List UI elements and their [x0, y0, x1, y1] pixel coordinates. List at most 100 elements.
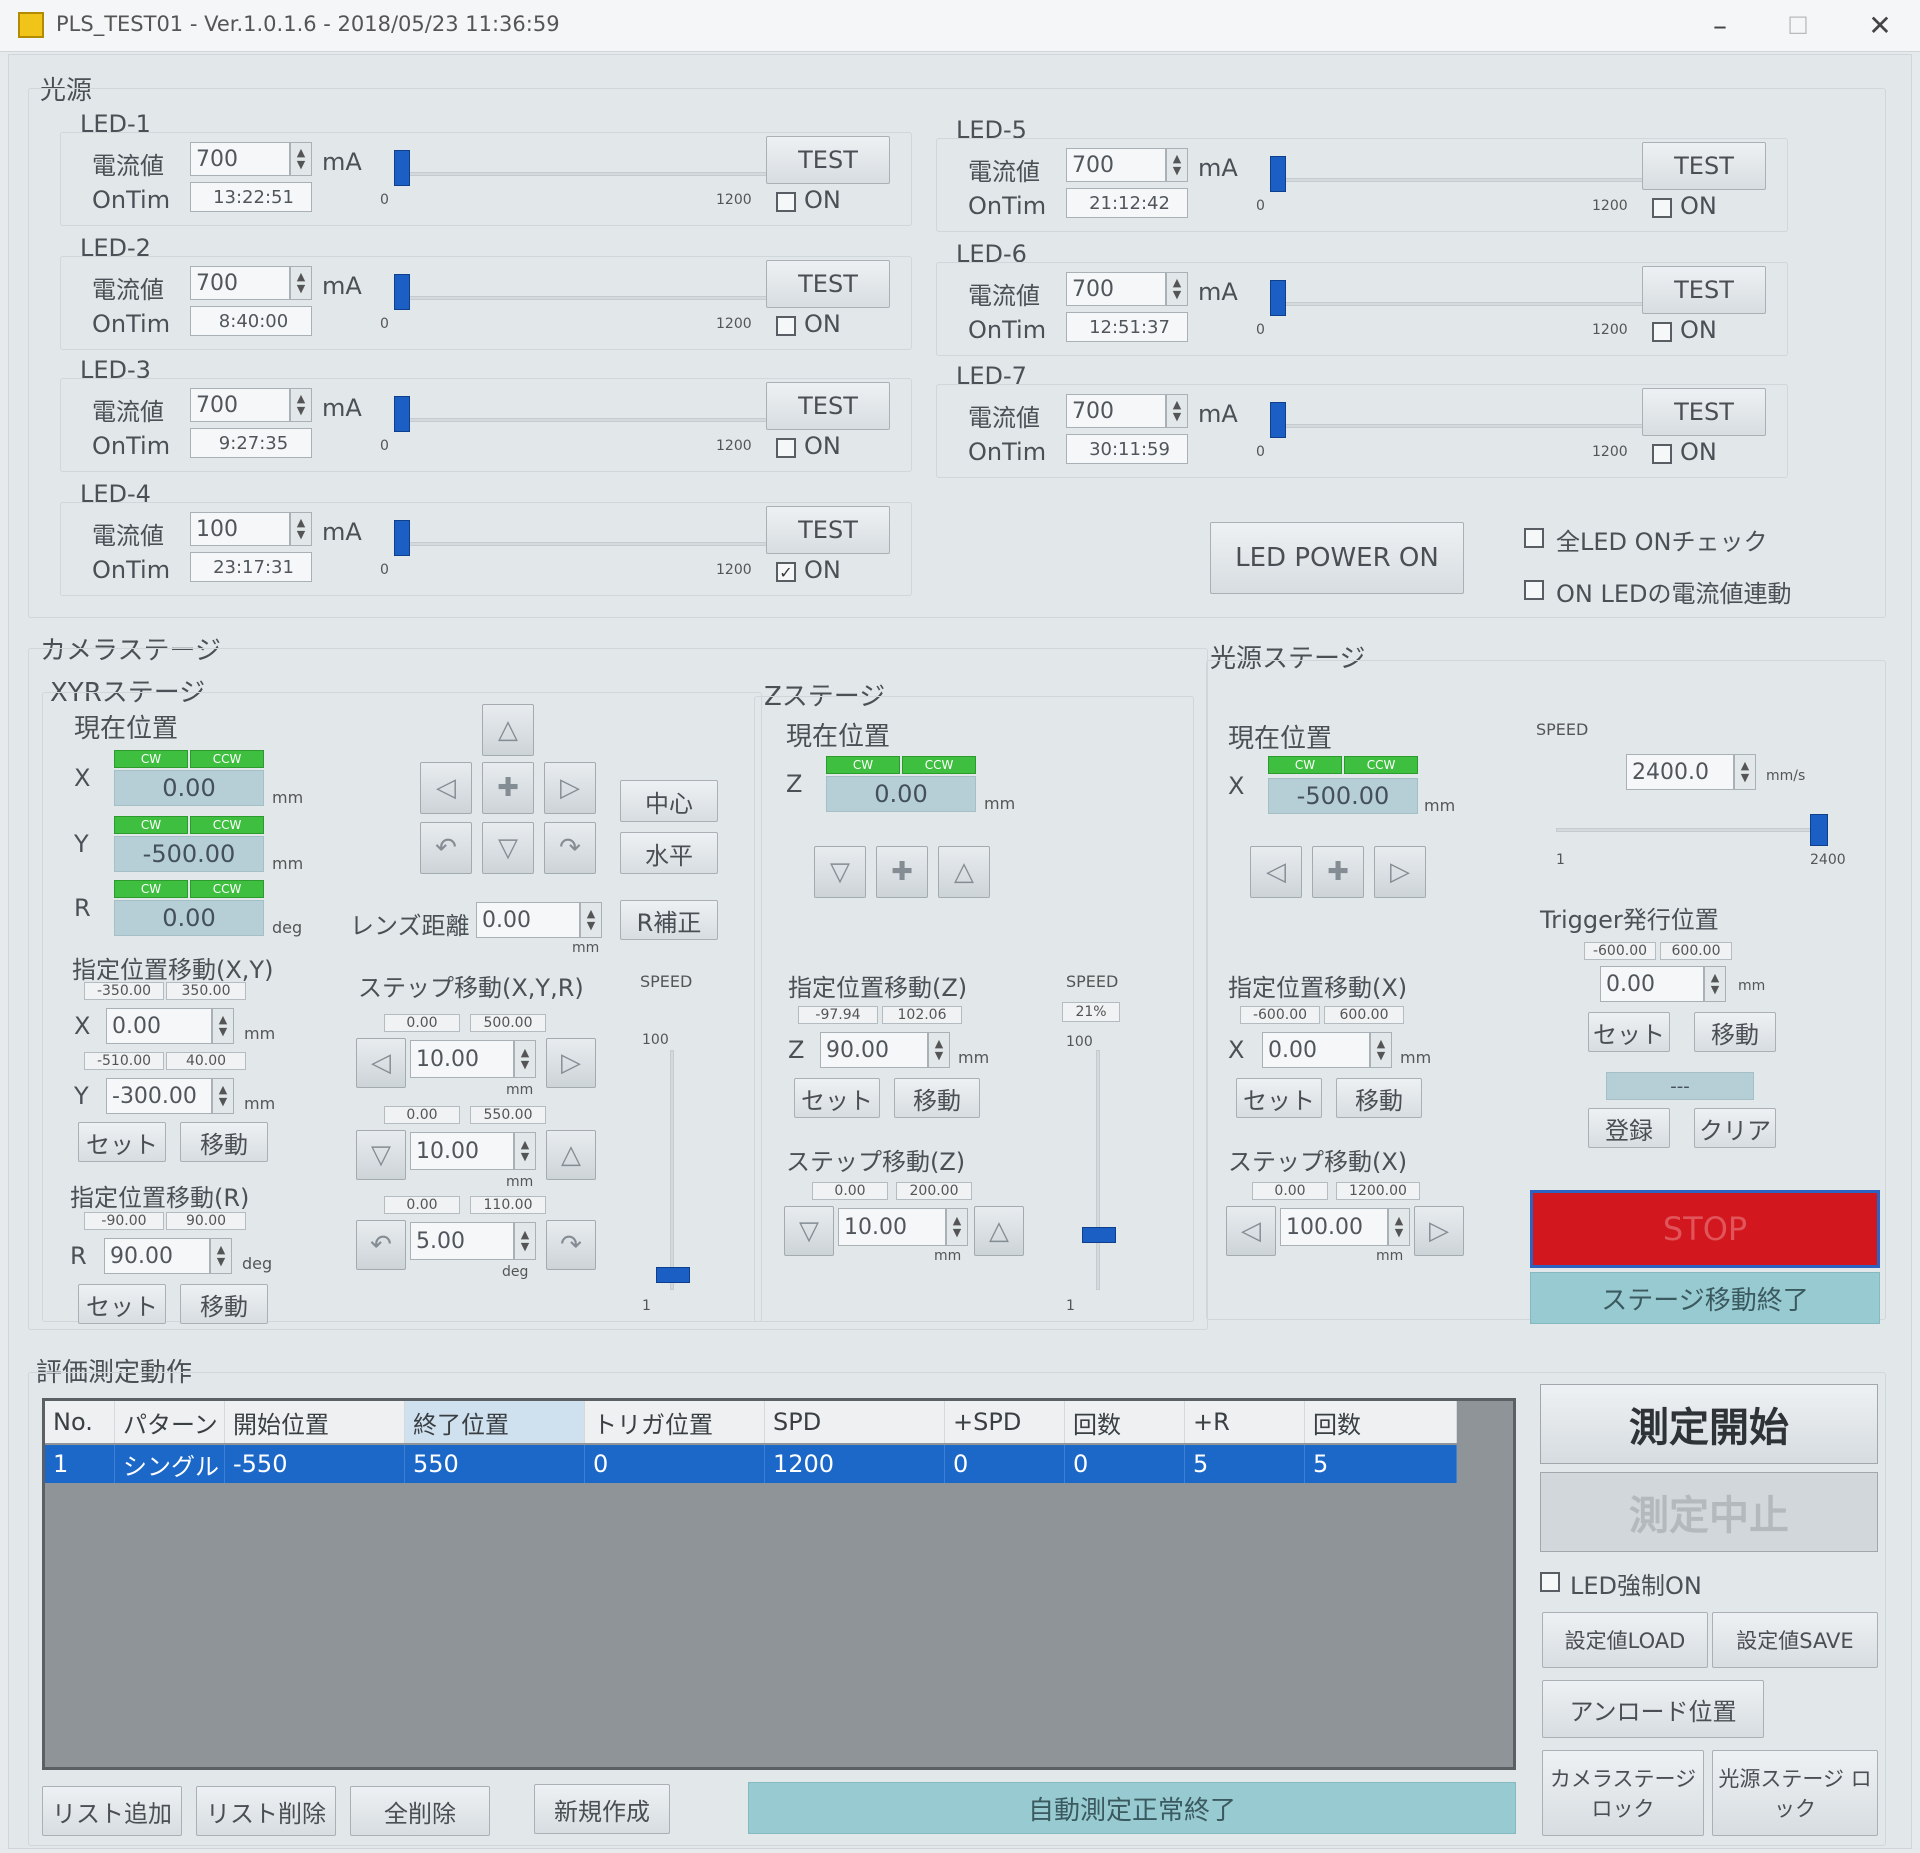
- led-7-current-slider[interactable]: [1270, 402, 1286, 438]
- led-5-on-checkbox[interactable]: [1652, 198, 1672, 218]
- jog-down-button[interactable]: ▽: [482, 822, 534, 874]
- trigger-clear-button[interactable]: クリア: [1694, 1108, 1776, 1148]
- column-header[interactable]: 回数: [1065, 1401, 1185, 1443]
- step-x-input[interactable]: 10.00: [410, 1040, 514, 1078]
- led-force-on-checkbox[interactable]: [1540, 1572, 1560, 1592]
- step-y-up-button[interactable]: △: [546, 1130, 596, 1180]
- light-stage-lock-button[interactable]: 光源ステージ ロック: [1712, 1750, 1878, 1836]
- list-add-button[interactable]: リスト追加: [42, 1786, 182, 1836]
- xy-move-button[interactable]: 移動: [180, 1122, 268, 1162]
- light-mx-input[interactable]: 0.00: [1262, 1032, 1370, 1068]
- lens-distance-spinner[interactable]: ▲ ▼: [580, 902, 602, 938]
- led-7-current-spinner[interactable]: ▲ ▼: [1166, 394, 1188, 428]
- column-header[interactable]: +R: [1185, 1401, 1305, 1443]
- light-x-left-button[interactable]: ◁: [1250, 846, 1302, 898]
- r-set-button[interactable]: セット: [78, 1284, 166, 1324]
- list-delete-button[interactable]: リスト削除: [196, 1786, 336, 1836]
- settings-save-button[interactable]: 設定値SAVE: [1712, 1612, 1878, 1668]
- light-x-right-button[interactable]: ▷: [1374, 846, 1426, 898]
- led-5-test-button[interactable]: TEST: [1642, 142, 1766, 190]
- step-y-spinner[interactable]: ▲ ▼: [514, 1132, 536, 1170]
- light-step-left-button[interactable]: ◁: [1226, 1206, 1276, 1256]
- trigger-spinner[interactable]: ▲ ▼: [1704, 966, 1726, 1002]
- trigger-register-button[interactable]: 登録: [1588, 1108, 1670, 1148]
- led-4-current-spinner[interactable]: ▲ ▼: [290, 512, 312, 546]
- jog-left-button[interactable]: ◁: [420, 762, 472, 814]
- mx-input[interactable]: 0.00: [106, 1008, 212, 1044]
- jog-right-button[interactable]: ▷: [544, 762, 596, 814]
- light-speed-slider[interactable]: [1810, 814, 1828, 846]
- z-speed-slider[interactable]: [1082, 1227, 1116, 1243]
- light-speed-input[interactable]: 2400.0: [1626, 754, 1734, 790]
- step-y-down-button[interactable]: ▽: [356, 1130, 406, 1180]
- led-4-on-checkbox[interactable]: ✓: [776, 562, 796, 582]
- step-r-spinner[interactable]: ▲ ▼: [514, 1222, 536, 1260]
- led-1-current-slider[interactable]: [394, 150, 410, 186]
- camera-speed-slider[interactable]: [656, 1267, 690, 1283]
- step-x-right-button[interactable]: ▷: [546, 1038, 596, 1088]
- rotate-ccw-button[interactable]: ↶: [420, 822, 472, 874]
- trigger-move-button[interactable]: 移動: [1694, 1012, 1776, 1052]
- led-3-test-button[interactable]: TEST: [766, 382, 890, 430]
- step-x-left-button[interactable]: ◁: [356, 1038, 406, 1088]
- new-button[interactable]: 新規作成: [534, 1784, 670, 1834]
- led-5-current-input[interactable]: 700: [1066, 148, 1166, 182]
- light-step-spinner[interactable]: ▲ ▼: [1388, 1208, 1410, 1246]
- led-4-test-button[interactable]: TEST: [766, 506, 890, 554]
- led-power-on-button[interactable]: LED POWER ON: [1210, 522, 1464, 594]
- led-1-current-spinner[interactable]: ▲ ▼: [290, 142, 312, 176]
- my-input[interactable]: -300.00: [106, 1078, 212, 1114]
- led-3-on-checkbox[interactable]: [776, 438, 796, 458]
- step-r-cw-button[interactable]: ↷: [546, 1220, 596, 1270]
- r-correct-button[interactable]: R補正: [620, 900, 718, 940]
- camera-stage-lock-button[interactable]: カメラステージ ロック: [1542, 1750, 1704, 1836]
- led-7-current-input[interactable]: 700: [1066, 394, 1166, 428]
- on-led-link-checkbox[interactable]: [1524, 580, 1544, 600]
- trigger-set-button[interactable]: セット: [1588, 1012, 1670, 1052]
- z-down-button[interactable]: ▽: [814, 846, 866, 898]
- measure-start-button[interactable]: 測定開始: [1540, 1384, 1878, 1464]
- jog-up-button[interactable]: △: [482, 704, 534, 756]
- led-4-current-input[interactable]: 100: [190, 512, 290, 546]
- rotate-cw-button[interactable]: ↷: [544, 822, 596, 874]
- step-z-input[interactable]: 10.00: [838, 1208, 946, 1246]
- led-2-current-slider[interactable]: [394, 274, 410, 310]
- step-r-input[interactable]: 5.00: [410, 1222, 514, 1260]
- table-row[interactable]: 1 シングル -550 550 0 1200 0 0 5 5: [45, 1445, 1457, 1483]
- column-header[interactable]: トリガ位置: [585, 1401, 765, 1443]
- center-button[interactable]: 中心: [620, 780, 718, 822]
- light-x-move-button[interactable]: 移動: [1336, 1078, 1422, 1118]
- minimize-button[interactable]: –: [1700, 8, 1740, 44]
- led-2-on-checkbox[interactable]: [776, 316, 796, 336]
- light-step-input[interactable]: 100.00: [1280, 1208, 1388, 1246]
- led-1-on-checkbox[interactable]: [776, 192, 796, 212]
- led-2-current-spinner[interactable]: ▲ ▼: [290, 266, 312, 300]
- z-home-button[interactable]: ✚: [876, 846, 928, 898]
- settings-load-button[interactable]: 設定値LOAD: [1542, 1612, 1708, 1668]
- led-6-current-input[interactable]: 700: [1066, 272, 1166, 306]
- step-z-spinner[interactable]: ▲ ▼: [946, 1208, 968, 1246]
- led-7-on-checkbox[interactable]: [1652, 444, 1672, 464]
- all-led-check-checkbox[interactable]: [1524, 528, 1544, 548]
- z-move-button[interactable]: 移動: [894, 1078, 980, 1118]
- column-header[interactable]: SPD: [765, 1401, 945, 1443]
- column-header[interactable]: 回数: [1305, 1401, 1457, 1443]
- light-mx-spinner[interactable]: ▲ ▼: [1370, 1032, 1392, 1068]
- light-x-home-button[interactable]: ✚: [1312, 846, 1364, 898]
- jog-home-button[interactable]: ✚: [482, 762, 534, 814]
- led-7-test-button[interactable]: TEST: [1642, 388, 1766, 436]
- xy-set-button[interactable]: セット: [78, 1122, 166, 1162]
- light-x-set-button[interactable]: セット: [1236, 1078, 1322, 1118]
- led-1-test-button[interactable]: TEST: [766, 136, 890, 184]
- close-button[interactable]: ✕: [1860, 8, 1900, 44]
- mx-spinner[interactable]: ▲ ▼: [212, 1008, 234, 1044]
- my-spinner[interactable]: ▲ ▼: [212, 1078, 234, 1114]
- mz-input[interactable]: 90.00: [820, 1032, 928, 1068]
- led-5-current-spinner[interactable]: ▲ ▼: [1166, 148, 1188, 182]
- unload-position-button[interactable]: アンロード位置: [1542, 1680, 1764, 1738]
- led-3-current-slider[interactable]: [394, 396, 410, 432]
- led-3-current-input[interactable]: 700: [190, 388, 290, 422]
- light-step-right-button[interactable]: ▷: [1414, 1206, 1464, 1256]
- column-header[interactable]: 開始位置: [225, 1401, 405, 1443]
- column-header[interactable]: パターン: [115, 1401, 225, 1443]
